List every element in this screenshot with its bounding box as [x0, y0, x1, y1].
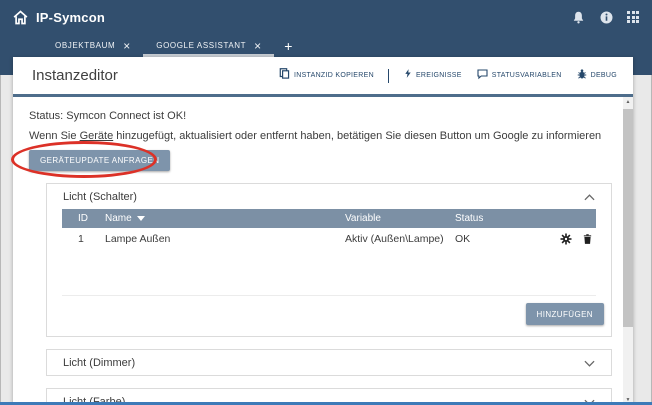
sort-descending-icon: [137, 213, 145, 224]
trash-icon[interactable]: [582, 233, 593, 245]
geraete-link[interactable]: Geräte: [80, 130, 114, 142]
ip-symcon-window: IP-Symcon OBJEKTBAUM: [0, 0, 652, 405]
tab-bar: OBJEKTBAUM × GOOGLE ASSISTANT × +: [0, 34, 652, 57]
panel-licht-schalter: Licht (Schalter) ID Name: [46, 183, 612, 337]
panel-header-licht-dimmer[interactable]: Licht (Dimmer): [47, 350, 611, 375]
close-tab-icon[interactable]: ×: [123, 40, 130, 52]
status-variables-button[interactable]: STATUSVARIABLEN: [476, 67, 562, 85]
info-icon[interactable]: [599, 10, 614, 25]
speech-bubble-icon: [476, 67, 489, 85]
editor-content: Status: Symcon Connect ist OK! Wenn Sie …: [13, 97, 633, 405]
events-button[interactable]: EREIGNISSE: [403, 67, 462, 85]
cell-id: 1: [62, 233, 105, 245]
info-text: Wenn Sie Geräte hinzugefügt, aktualisier…: [29, 130, 633, 142]
bug-icon: [576, 67, 588, 85]
copy-instance-id-button[interactable]: INSTANZID KOPIEREN: [278, 67, 374, 85]
copy-icon: [278, 67, 291, 85]
page-title: Instanzeditor: [32, 67, 118, 84]
column-header-variable[interactable]: Variable: [345, 213, 455, 224]
chevron-down-icon: [584, 354, 595, 372]
tab-objektbaum[interactable]: OBJEKTBAUM ×: [42, 34, 143, 57]
column-header-status[interactable]: Status: [455, 213, 596, 224]
panel-licht-dimmer: Licht (Dimmer): [46, 349, 612, 376]
lightning-icon: [403, 67, 413, 85]
cell-name: Lampe Außen: [105, 233, 345, 245]
panel-header-licht-schalter[interactable]: Licht (Schalter): [47, 184, 611, 209]
app-brand[interactable]: IP-Symcon: [12, 0, 105, 34]
column-header-id[interactable]: ID: [62, 213, 105, 224]
instance-editor-card: Instanzeditor INSTANZID KOPIEREN: [13, 57, 633, 405]
close-tab-icon[interactable]: ×: [254, 40, 261, 52]
toolbar-divider: [388, 69, 389, 83]
editor-toolbar: Instanzeditor INSTANZID KOPIEREN: [13, 57, 633, 94]
column-header-name[interactable]: Name: [105, 213, 345, 224]
add-tab-button[interactable]: +: [274, 34, 302, 57]
debug-button[interactable]: DEBUG: [576, 67, 617, 85]
table-empty-space: [62, 250, 596, 296]
vertical-scrollbar[interactable]: ▲ ▼: [623, 97, 633, 405]
apps-grid-icon[interactable]: [627, 11, 639, 23]
tab-google-assistant[interactable]: GOOGLE ASSISTANT ×: [143, 34, 274, 57]
bell-icon[interactable]: [571, 10, 586, 25]
device-table: ID Name Variable Status 1 Lampe Außen: [62, 209, 596, 296]
scrollbar-thumb[interactable]: [623, 109, 633, 327]
app-title: IP-Symcon: [36, 10, 105, 25]
scroll-up-arrow-icon[interactable]: ▲: [623, 97, 633, 107]
gear-icon[interactable]: [560, 233, 572, 245]
device-update-button[interactable]: GERÄTEUPDATE ANFRAGEN: [29, 150, 170, 171]
status-text: Status: Symcon Connect ist OK!: [29, 110, 633, 122]
chevron-up-icon: [584, 188, 595, 206]
cell-variable: Aktiv (Außen\Lampe): [345, 233, 455, 245]
cell-status: OK: [455, 233, 596, 245]
table-header-row: ID Name Variable Status: [62, 209, 596, 228]
app-header: IP-Symcon: [0, 0, 652, 34]
table-row: 1 Lampe Außen Aktiv (Außen\Lampe) OK: [62, 228, 596, 250]
add-device-button[interactable]: HINZUFÜGEN: [526, 303, 604, 325]
home-icon: [12, 9, 29, 26]
